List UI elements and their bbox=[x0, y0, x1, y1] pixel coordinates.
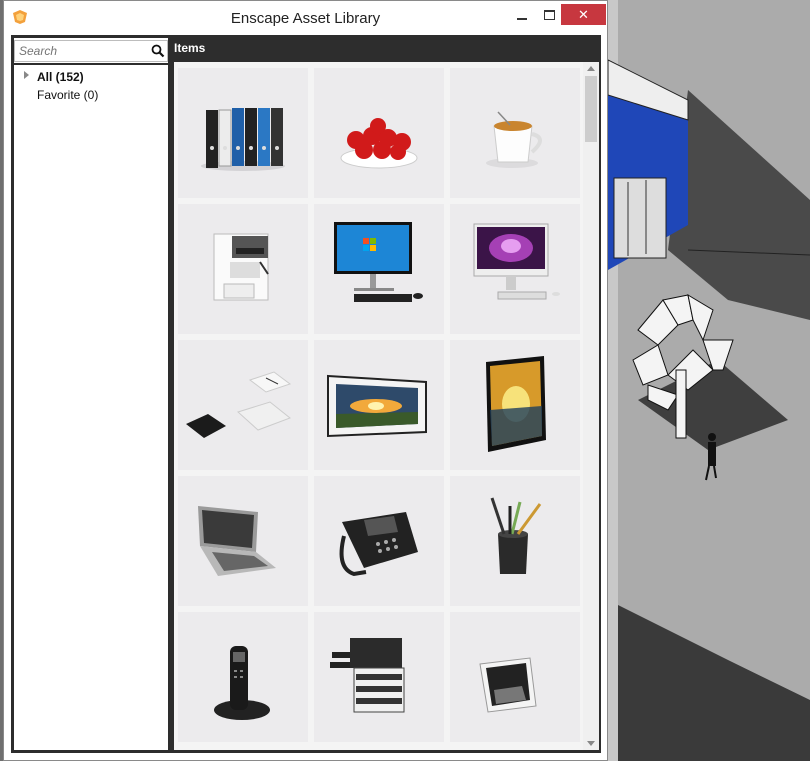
minimize-icon bbox=[517, 18, 527, 20]
search-icon[interactable] bbox=[151, 44, 165, 58]
asset-tile[interactable] bbox=[314, 476, 444, 606]
asset-tile[interactable] bbox=[450, 340, 580, 470]
minimize-button[interactable] bbox=[507, 4, 537, 26]
tree-item-favorite[interactable]: Favorite (0) bbox=[14, 86, 168, 104]
scroll-up-arrow-icon[interactable] bbox=[587, 66, 595, 71]
asset-library-window: Enscape Asset Library ✕ All (152) bbox=[3, 0, 608, 761]
scene-drawing bbox=[608, 0, 810, 761]
pencil-cup-icon bbox=[490, 497, 542, 574]
library-frame: All (152) Favorite (0) Items bbox=[11, 35, 601, 753]
scroll-thumb[interactable] bbox=[585, 76, 597, 142]
asset-tile[interactable] bbox=[450, 476, 580, 606]
coffee-cup-icon bbox=[486, 111, 542, 168]
panel-divider bbox=[14, 63, 168, 65]
apple-bowl-icon bbox=[340, 118, 418, 169]
mac-monitor-icon bbox=[473, 223, 560, 300]
asset-tile[interactable] bbox=[178, 612, 308, 742]
asset-tile[interactable] bbox=[314, 340, 444, 470]
items-header: Items bbox=[174, 41, 206, 55]
asset-tile[interactable] bbox=[450, 68, 580, 198]
tree-item-label: Favorite (0) bbox=[37, 88, 99, 102]
desk-phone-icon bbox=[339, 512, 418, 577]
asset-tile[interactable] bbox=[178, 204, 308, 334]
expand-arrow-icon[interactable] bbox=[24, 71, 29, 79]
binders-icon bbox=[201, 108, 285, 171]
asset-tile[interactable] bbox=[314, 612, 444, 742]
search-input[interactable] bbox=[19, 43, 147, 59]
asset-tile[interactable] bbox=[178, 476, 308, 606]
asset-tile[interactable] bbox=[450, 612, 580, 742]
asset-tile[interactable] bbox=[314, 204, 444, 334]
photo-frame-icon bbox=[479, 657, 537, 713]
windows-monitor-icon bbox=[334, 222, 423, 302]
asset-tile[interactable] bbox=[314, 68, 444, 198]
cordless-phone-icon bbox=[214, 646, 270, 720]
vertical-scrollbar[interactable] bbox=[583, 62, 599, 750]
category-tree: All (152) Favorite (0) bbox=[14, 68, 168, 104]
coffee-machine-icon bbox=[213, 233, 269, 301]
search-box[interactable] bbox=[14, 40, 168, 62]
scroll-down-arrow-icon[interactable] bbox=[587, 741, 595, 746]
category-panel: All (152) Favorite (0) bbox=[14, 38, 168, 750]
close-icon: ✕ bbox=[578, 6, 589, 22]
asset-tile[interactable] bbox=[450, 204, 580, 334]
tree-item-label: All (152) bbox=[37, 70, 84, 84]
printer-icon bbox=[330, 638, 405, 713]
framed-picture-icon bbox=[486, 356, 546, 452]
landscape-painting-icon bbox=[327, 374, 427, 438]
maximize-button[interactable] bbox=[534, 4, 564, 26]
maximize-icon bbox=[543, 10, 555, 20]
tree-item-all[interactable]: All (152) bbox=[14, 68, 168, 86]
desk-papers-icon bbox=[186, 371, 292, 438]
asset-tile[interactable] bbox=[178, 68, 308, 198]
asset-tile[interactable] bbox=[178, 340, 308, 470]
scene-viewport[interactable] bbox=[608, 0, 810, 761]
items-area bbox=[174, 62, 599, 750]
title-bar[interactable]: Enscape Asset Library ✕ bbox=[4, 1, 607, 35]
laptop-icon bbox=[198, 506, 276, 576]
close-button[interactable]: ✕ bbox=[561, 4, 606, 25]
